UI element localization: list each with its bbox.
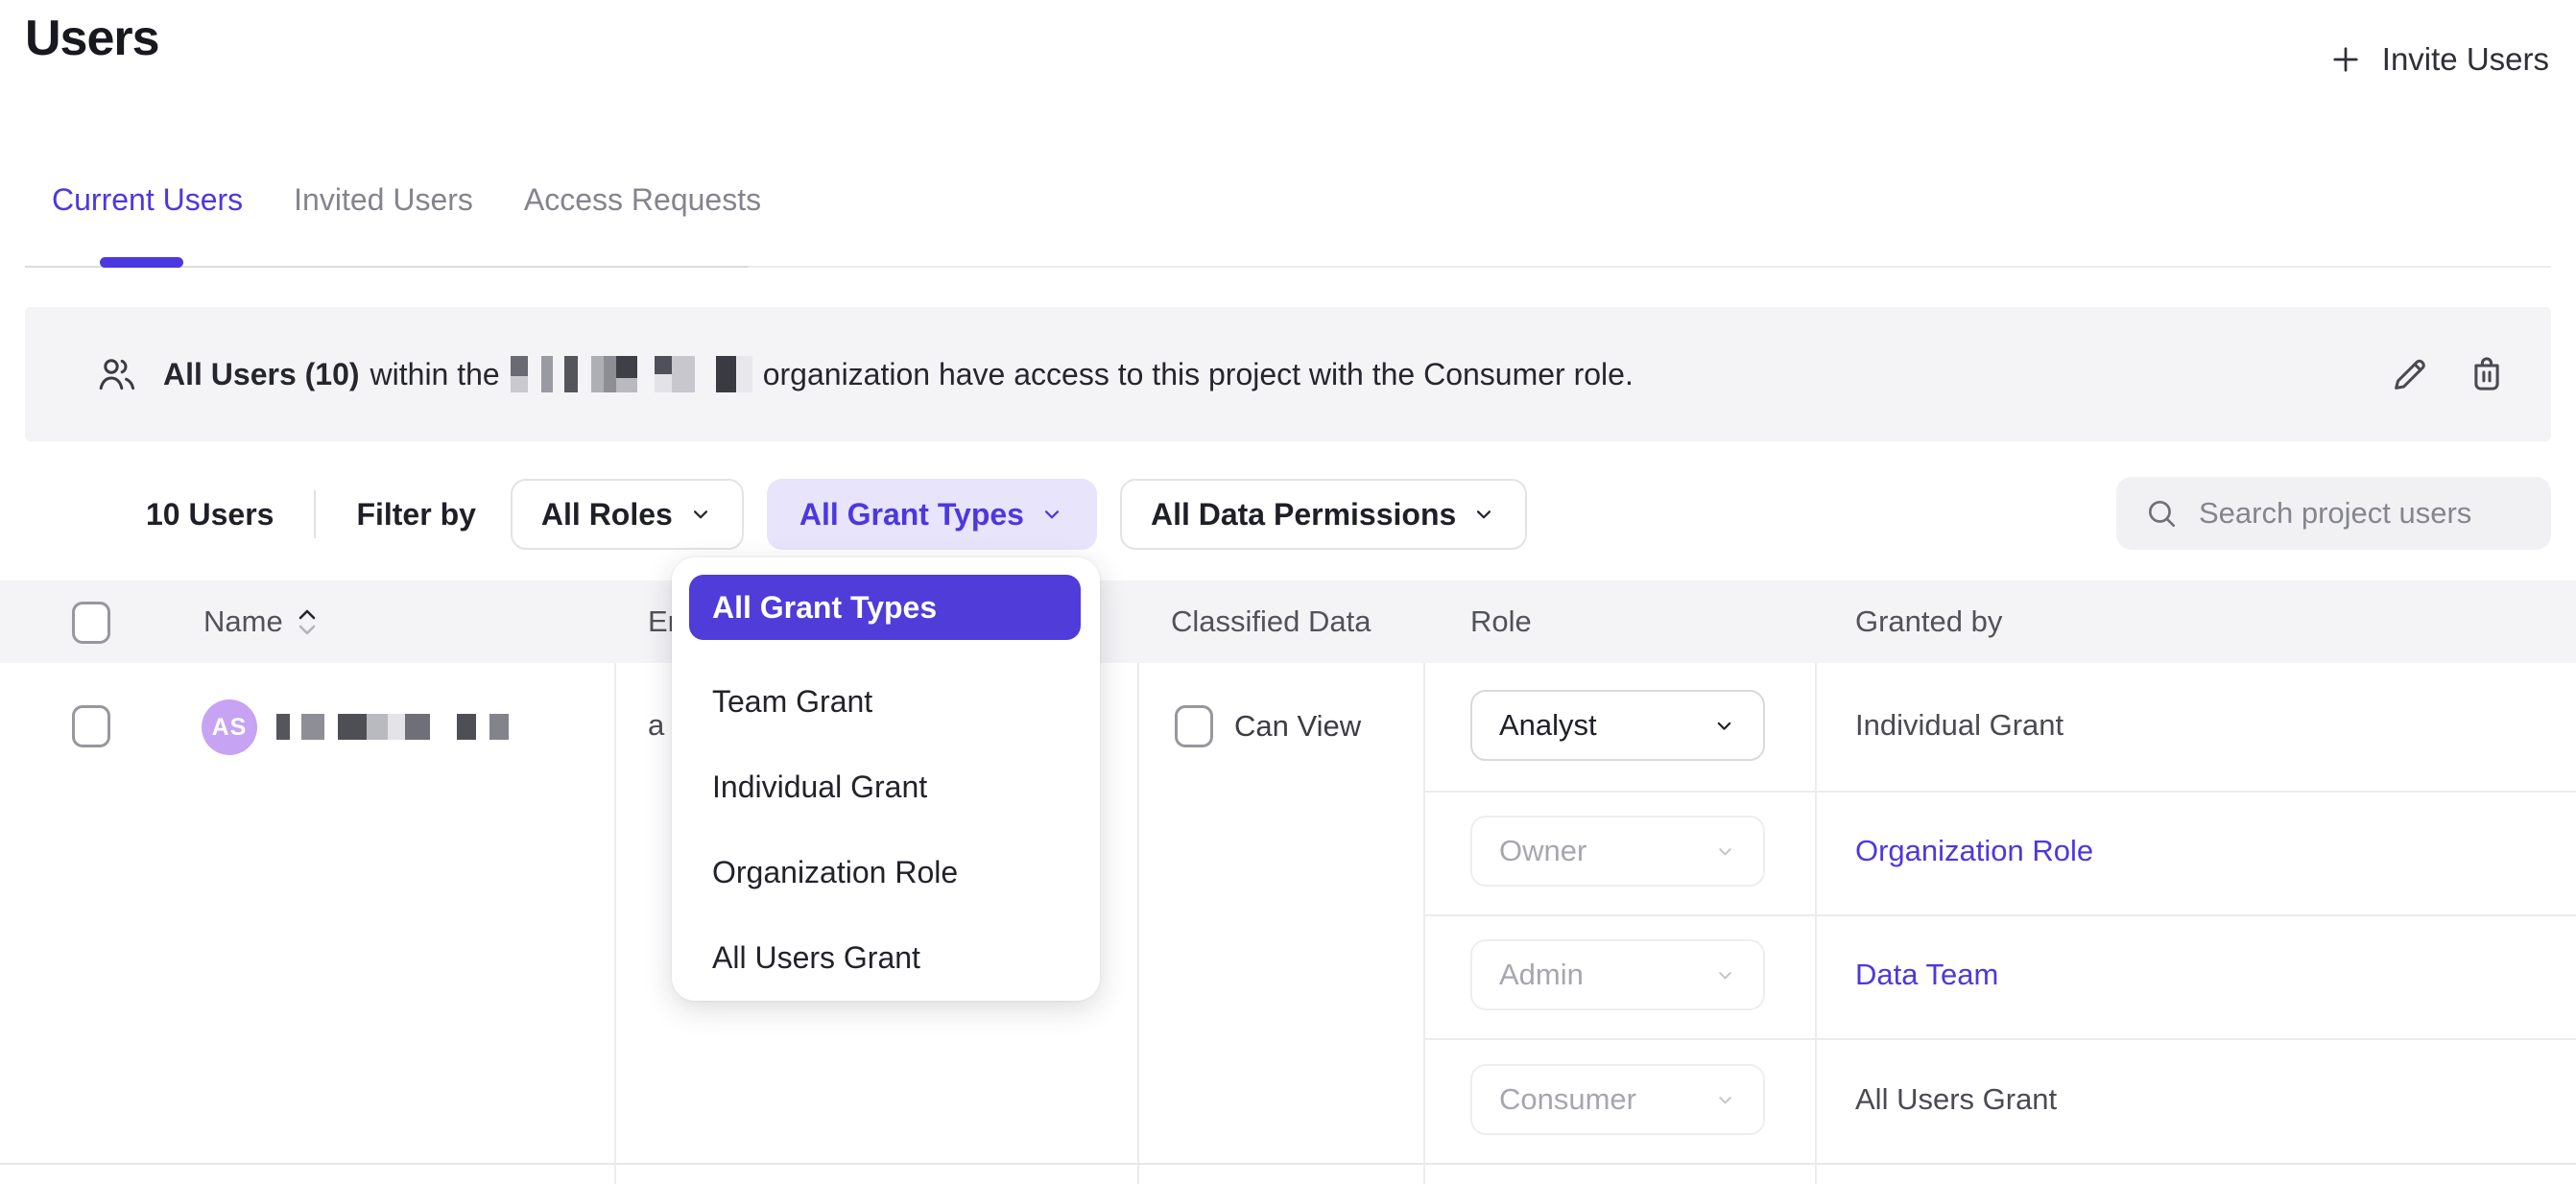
- can-view-label: Can View: [1234, 709, 1361, 744]
- role-select-analyst[interactable]: Analyst: [1470, 690, 1765, 761]
- grant-types-filter-label: All Grant Types: [799, 497, 1024, 533]
- granted-by-individual-grant: Individual Grant: [1855, 690, 2063, 761]
- granted-by-data-team-link[interactable]: Data Team: [1855, 939, 1998, 1010]
- grant-row-divider: [1423, 791, 2576, 793]
- sort-icon: [297, 608, 318, 636]
- roles-filter-dropdown[interactable]: All Roles: [511, 479, 744, 550]
- menu-item-all-grant-types[interactable]: All Grant Types: [689, 575, 1081, 640]
- banner-actions: [2388, 352, 2509, 396]
- grant-types-filter-dropdown[interactable]: All Grant Types: [767, 479, 1097, 550]
- all-users-banner: All Users (10) within the organization h…: [25, 307, 2551, 441]
- data-permissions-filter-label: All Data Permissions: [1151, 497, 1456, 533]
- grant-row-divider: [1423, 914, 2576, 916]
- banner-bold-text: All Users (10): [163, 357, 360, 392]
- filter-bar: 10 Users Filter by All Roles All Grant T…: [146, 477, 1527, 552]
- column-header-name[interactable]: Name: [203, 580, 318, 663]
- granted-by-all-users-grant: All Users Grant: [1855, 1064, 2057, 1135]
- data-permissions-filter-dropdown[interactable]: All Data Permissions: [1120, 479, 1527, 550]
- row-checkbox[interactable]: [72, 705, 110, 747]
- role-select-value: Admin: [1499, 958, 1584, 992]
- delete-all-users-button[interactable]: [2465, 352, 2509, 396]
- role-select-value: Analyst: [1499, 708, 1597, 743]
- column-divider: [1815, 663, 1817, 1184]
- filter-divider: [314, 490, 316, 538]
- search-icon: [2143, 495, 2180, 532]
- chevron-down-icon: [1039, 502, 1064, 527]
- filter-by-label: Filter by: [356, 497, 475, 533]
- search-box: [2116, 477, 2551, 550]
- chevron-down-icon: [688, 502, 713, 527]
- column-divider: [614, 663, 616, 1184]
- chevron-down-icon: [1714, 964, 1736, 986]
- plus-icon: [2328, 42, 2363, 77]
- edit-all-users-button[interactable]: [2388, 352, 2432, 396]
- menu-item-team-grant[interactable]: Team Grant: [672, 659, 1100, 745]
- redacted-org-name: [511, 356, 752, 392]
- tab-invited-users[interactable]: Invited Users: [294, 182, 473, 218]
- email-visible-text: a: [648, 708, 664, 743]
- tab-access-requests[interactable]: Access Requests: [524, 182, 761, 218]
- invite-users-label: Invite Users: [2382, 41, 2549, 78]
- chevron-down-icon: [1714, 1089, 1736, 1111]
- grant-types-menu: All Grant Types Team Grant Individual Gr…: [672, 557, 1100, 1001]
- page-title: Users: [25, 10, 159, 67]
- chevron-down-icon: [1712, 714, 1736, 738]
- column-divider: [1137, 663, 1139, 1184]
- role-select-value: Owner: [1499, 834, 1586, 868]
- classified-data-cell: Can View: [1175, 705, 1361, 747]
- banner-text: All Users (10) within the organization h…: [163, 356, 1634, 392]
- menu-item-organization-role[interactable]: Organization Role: [672, 830, 1100, 915]
- tab-current-users[interactable]: Current Users: [52, 182, 243, 218]
- role-select-admin: Admin: [1470, 939, 1765, 1010]
- name-header-label: Name: [203, 604, 283, 639]
- select-all-checkbox[interactable]: [72, 602, 110, 644]
- tab-bar: Current Users Invited Users Access Reque…: [52, 182, 761, 218]
- role-select-consumer: Consumer: [1470, 1064, 1765, 1135]
- role-header-label: Role: [1470, 604, 1532, 639]
- roles-filter-label: All Roles: [541, 497, 673, 533]
- table-header: Name Email Classified Data Role Granted …: [0, 580, 2576, 663]
- search-input[interactable]: [2199, 496, 2516, 531]
- avatar: AS: [202, 699, 257, 755]
- redacted-user-name: [276, 714, 509, 740]
- column-divider: [1423, 663, 1425, 1184]
- granted-by-organization-role-link[interactable]: Organization Role: [1855, 816, 2093, 887]
- column-header-granted-by: Granted by: [1855, 580, 2002, 663]
- banner-text-before: within the: [370, 357, 500, 392]
- users-group-icon: [94, 351, 140, 397]
- menu-item-individual-grant[interactable]: Individual Grant: [672, 745, 1100, 830]
- banner-text-after: organization have access to this project…: [763, 357, 1634, 392]
- users-page: Users Invite Users Current Users Invited…: [0, 0, 2576, 1184]
- can-view-checkbox[interactable]: [1175, 705, 1213, 747]
- row-divider: [0, 1163, 2576, 1165]
- granted-by-header-label: Granted by: [1855, 604, 2002, 639]
- trash-icon: [2465, 352, 2509, 396]
- role-select-value: Consumer: [1499, 1082, 1636, 1117]
- chevron-down-icon: [1471, 502, 1496, 527]
- pencil-icon: [2388, 352, 2432, 396]
- grant-row-divider: [1423, 1038, 2576, 1040]
- chevron-down-icon: [1714, 841, 1736, 863]
- classified-header-label: Classified Data: [1171, 604, 1371, 639]
- role-select-owner: Owner: [1470, 816, 1765, 887]
- column-header-role: Role: [1470, 580, 1532, 663]
- column-header-classified-data: Classified Data: [1171, 580, 1371, 663]
- active-tab-indicator: [100, 257, 183, 268]
- menu-item-all-users-grant[interactable]: All Users Grant: [672, 915, 1100, 1001]
- table-body: AS a Can View Analyst Owner Admin: [0, 663, 2576, 1184]
- invite-users-button[interactable]: Invite Users: [2328, 33, 2549, 86]
- users-count: 10 Users: [146, 497, 274, 533]
